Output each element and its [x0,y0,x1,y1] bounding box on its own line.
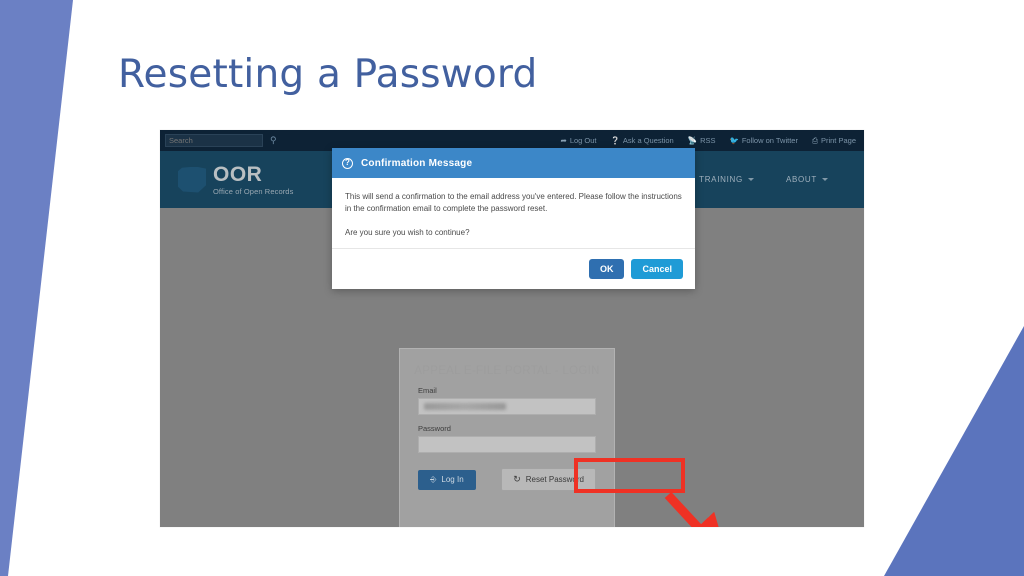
password-label: Password [418,424,451,433]
chevron-down-icon [747,178,754,181]
question-circle-icon: ❔ [610,136,620,145]
utility-link-print-page[interactable]: ⎙ Print Page [812,136,856,146]
utility-link-label: Log Out [569,136,597,145]
rss-icon: 📡 [687,136,698,145]
utility-link-logout[interactable]: ➦ Log Out [561,136,597,145]
dialog-paragraph-1: This will send a confirmation to the ema… [345,192,682,214]
dialog-header: ? Confirmation Message [332,148,695,178]
nav-item-about[interactable]: ABOUT [770,151,844,208]
brand-subtitle: Office of Open Records [213,186,294,196]
annotation-arrow [664,491,729,527]
search-input[interactable] [165,134,263,147]
site-logo[interactable]: OOR Office of Open Records [178,164,293,196]
redacted-email-value [424,403,506,410]
search-icon[interactable]: ⚲ [270,136,277,145]
search-box[interactable]: ⚲ [165,134,277,147]
slide-decoration-right [884,326,1024,576]
confirmation-dialog: ? Confirmation Message This will send a … [332,148,695,289]
nav-item-label: ABOUT [785,175,817,184]
dialog-title: Confirmation Message [361,157,473,169]
email-label: Email [418,386,437,395]
dialog-footer: OK Cancel [332,248,695,289]
sign-in-icon: ⎆ [430,474,437,484]
password-field[interactable] [418,436,596,453]
logout-icon: ➦ [560,136,567,145]
question-circle-icon: ? [342,157,353,169]
utility-link-rss[interactable]: 📡 RSS [688,136,716,145]
nav-item-training[interactable]: TRAINING [683,151,770,208]
log-in-button[interactable]: ⎆ Log In [418,469,476,490]
dialog-body: This will send a confirmation to the ema… [332,178,695,239]
utility-link-twitter[interactable]: 🐦 Follow on Twitter [729,136,797,145]
embedded-screenshot: ⚲ ➦ Log Out ❔ Ask a Question 📡 RSS 🐦 Fol… [160,130,864,527]
ok-button[interactable]: OK [588,259,625,279]
utility-link-label: Print Page [820,136,856,145]
dialog-paragraph-2: Are you sure you wish to continue? [345,227,470,237]
utility-link-label: Ask a Question [622,136,674,145]
utility-link-ask-a-question[interactable]: ❔ Ask a Question [611,136,674,145]
utility-link-label: Follow on Twitter [741,136,798,145]
password-field-group: Password [418,424,596,453]
nav-item-label: TRAINING [699,175,743,184]
twitter-icon: 🐦 [729,136,739,145]
utility-links: ➦ Log Out ❔ Ask a Question 📡 RSS 🐦 Follo… [561,136,864,146]
login-heading: APPEAL E-FILE PORTAL - LOGIN [414,365,600,377]
email-field-group: Email [418,386,596,415]
utility-link-label: RSS [700,136,716,145]
chevron-down-icon [822,178,828,181]
page-title: Resetting a Password [118,52,538,97]
cancel-button[interactable]: Cancel [631,259,683,279]
pennsylvania-state-icon [178,166,206,193]
refresh-icon: ↻ [513,474,521,484]
email-field[interactable] [418,398,596,415]
brand-title: OOR [213,162,263,186]
log-in-button-label: Log In [441,475,464,484]
printer-icon: ⎙ [811,135,818,145]
